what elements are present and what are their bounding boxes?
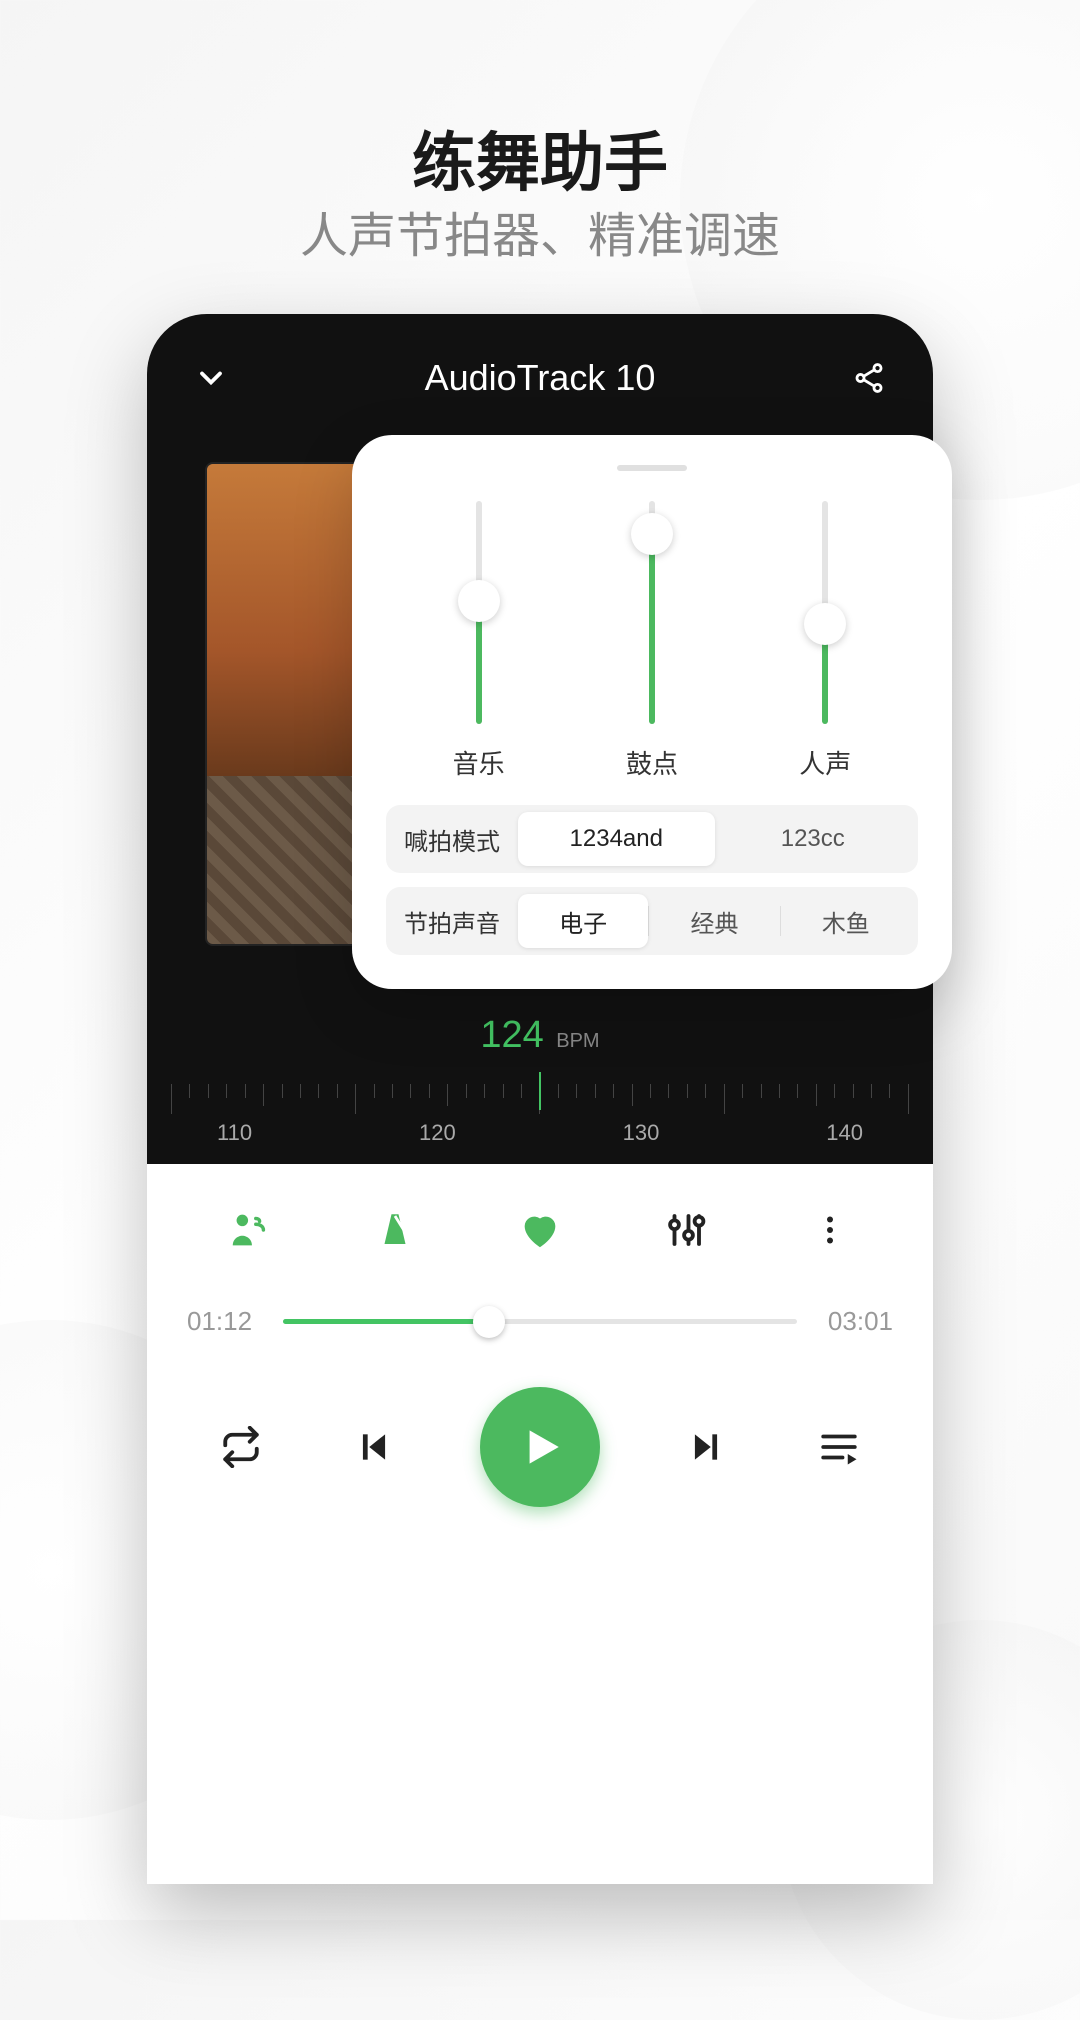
count-mode-option-0[interactable]: 1234and bbox=[518, 812, 715, 866]
heart-icon bbox=[517, 1207, 563, 1253]
slider-music[interactable]: 音乐 bbox=[449, 501, 509, 781]
beat-sound-option-1[interactable]: 经典 bbox=[649, 894, 779, 948]
sliders-icon bbox=[664, 1209, 706, 1251]
prev-button[interactable] bbox=[348, 1421, 400, 1473]
ruler-label: 130 bbox=[623, 1120, 660, 1146]
slider-voice[interactable]: 人声 bbox=[795, 501, 855, 781]
play-icon bbox=[515, 1422, 565, 1472]
share-button[interactable] bbox=[843, 352, 895, 404]
playlist-button[interactable] bbox=[813, 1421, 865, 1473]
count-mode-label: 喊拍模式 bbox=[386, 822, 518, 857]
slider-label: 人声 bbox=[799, 744, 851, 781]
beat-sound-row: 节拍声音 电子 经典 木鱼 bbox=[386, 887, 918, 955]
skip-next-icon bbox=[687, 1428, 725, 1466]
progress-fill bbox=[283, 1319, 489, 1324]
share-icon bbox=[852, 361, 886, 395]
ruler-label: 140 bbox=[826, 1120, 863, 1146]
bpm-value: 124 bbox=[480, 1014, 543, 1056]
more-button[interactable] bbox=[804, 1204, 856, 1256]
promo-subtitle: 人声节拍器、精准调速 bbox=[0, 196, 1080, 266]
metronome-button[interactable] bbox=[369, 1204, 421, 1256]
play-button[interactable] bbox=[480, 1387, 600, 1507]
progress-bar[interactable] bbox=[283, 1319, 797, 1324]
bpm-unit: BPM bbox=[556, 1030, 599, 1052]
favorite-button[interactable] bbox=[514, 1204, 566, 1256]
count-mode-option-1[interactable]: 123cc bbox=[715, 812, 912, 866]
slider-thumb[interactable] bbox=[631, 513, 673, 555]
ruler-cursor bbox=[539, 1072, 541, 1110]
chevron-down-icon bbox=[193, 360, 229, 396]
drag-handle[interactable] bbox=[617, 465, 687, 471]
slider-drums[interactable]: 鼓点 bbox=[622, 501, 682, 781]
time-elapsed: 01:12 bbox=[187, 1306, 259, 1337]
promo-title: 练舞助手 bbox=[0, 112, 1080, 204]
progress-thumb[interactable] bbox=[473, 1306, 505, 1338]
kebab-icon bbox=[812, 1212, 848, 1248]
beat-sound-option-2[interactable]: 木鱼 bbox=[781, 894, 911, 948]
collapse-button[interactable] bbox=[185, 352, 237, 404]
equalizer-button[interactable] bbox=[659, 1204, 711, 1256]
repeat-button[interactable] bbox=[215, 1421, 267, 1473]
metronome-icon bbox=[374, 1209, 416, 1251]
bpm-ruler[interactable]: 110 120 130 140 bbox=[147, 1076, 933, 1156]
count-mode-row: 喊拍模式 1234and 123cc bbox=[386, 805, 918, 873]
next-button[interactable] bbox=[680, 1421, 732, 1473]
slider-label: 鼓点 bbox=[626, 744, 678, 781]
voice-count-icon bbox=[227, 1207, 273, 1253]
slider-thumb[interactable] bbox=[458, 580, 500, 622]
beat-sound-label: 节拍声音 bbox=[386, 904, 518, 939]
slider-fill bbox=[649, 534, 655, 724]
playlist-icon bbox=[818, 1426, 860, 1468]
ruler-label: 120 bbox=[419, 1120, 456, 1146]
time-total: 03:01 bbox=[821, 1306, 893, 1337]
repeat-icon bbox=[220, 1426, 262, 1468]
metronome-popover: 音乐 鼓点 人声 喊拍模式 1234and 123cc 节拍声音 bbox=[352, 435, 952, 989]
bpm-readout: 124 BPM bbox=[147, 1014, 933, 1057]
skip-prev-icon bbox=[355, 1428, 393, 1466]
slider-label: 音乐 bbox=[453, 744, 505, 781]
voice-count-button[interactable] bbox=[224, 1204, 276, 1256]
beat-sound-option-0[interactable]: 电子 bbox=[518, 894, 648, 948]
track-title: AudioTrack 10 bbox=[425, 357, 656, 399]
slider-thumb[interactable] bbox=[804, 603, 846, 645]
ruler-label: 110 bbox=[217, 1120, 252, 1146]
